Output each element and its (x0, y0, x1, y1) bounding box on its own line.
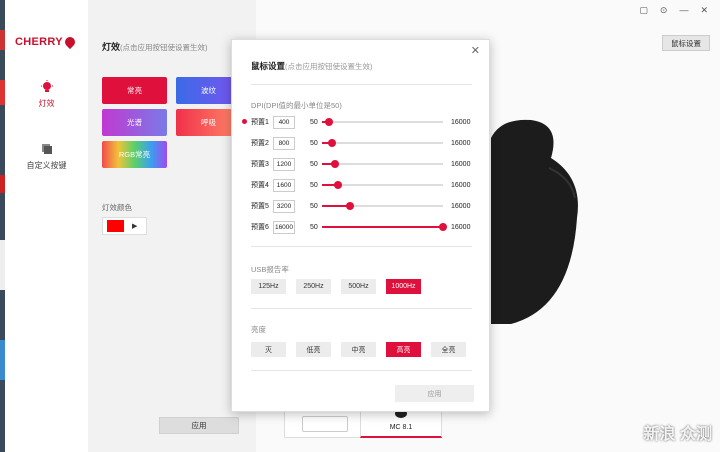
preset-value-input[interactable]: 1600 (273, 178, 295, 192)
dpi-preset-row: 预置3 1200 50 16000 (251, 157, 472, 171)
preset-name: 预置4 (251, 182, 269, 189)
brightness-mid[interactable]: 中亮 (341, 342, 376, 357)
watermark: 新浪 众测 (643, 426, 712, 443)
preset-max: 16000 (451, 160, 471, 168)
preset-name: 预置5 (251, 203, 269, 210)
preset-value-input[interactable]: 16000 (273, 220, 295, 234)
preset-max: 16000 (451, 139, 471, 147)
brightness-label: 亮度 (251, 325, 266, 334)
lightbulb-icon (40, 80, 53, 92)
play-icon: ▶ (132, 223, 138, 230)
slider-knob[interactable] (334, 181, 343, 189)
slider-knob[interactable] (325, 118, 334, 126)
slider-fill (322, 226, 443, 228)
preset-name: 预置1 (251, 119, 269, 126)
mouse-settings-button[interactable]: 鼠标设置 (662, 35, 710, 51)
mouse-settings-dialog: ✕ 鼠标设置(点击应用按钮使设置生效) DPI(DPI值的最小单位是50) 预置… (231, 39, 490, 412)
color-picker[interactable]: ▶ (102, 217, 147, 235)
feedback-icon[interactable]: ▢ (639, 5, 648, 16)
dpi-preset-row: 预置2 800 50 16000 (251, 136, 472, 150)
dpi-slider[interactable] (322, 202, 443, 210)
settings-icon[interactable]: ⊙ (660, 5, 668, 16)
preset-max: 16000 (451, 223, 471, 231)
usb-option-125[interactable]: 125Hz (251, 279, 286, 294)
preset-min: 50 (310, 139, 318, 147)
preset-name: 预置3 (251, 161, 269, 168)
usb-option-1000[interactable]: 1000Hz (386, 279, 421, 294)
keys-icon (41, 144, 52, 154)
divider (251, 370, 472, 371)
preset-min: 50 (310, 202, 318, 210)
minimize-icon[interactable]: — (679, 5, 688, 16)
dpi-preset-row: 预置5 3200 50 16000 (251, 199, 472, 213)
dpi-preset-row: 预置6 16000 50 16000 (251, 220, 472, 234)
panel-title: 灯效(点击应用按钮使设置生效) (102, 42, 208, 52)
close-icon[interactable]: ✕ (700, 5, 708, 16)
preset-value-input[interactable]: 3200 (273, 199, 295, 213)
effect-static-button[interactable]: 常亮 (102, 77, 167, 104)
effect-rgb-button[interactable]: RGB常亮 (102, 141, 167, 168)
dialog-title: 鼠标设置(点击应用按钮使设置生效) (251, 61, 373, 71)
preset-min: 50 (310, 181, 318, 189)
dpi-slider[interactable] (322, 118, 443, 126)
sidebar-item-lighting[interactable]: 灯效 (5, 80, 88, 109)
mouse-image (491, 119, 578, 324)
dpi-label: DPI(DPI值的最小单位是50) (251, 101, 342, 110)
color-label: 灯效颜色 (102, 203, 132, 212)
brightness-high[interactable]: 高亮 (386, 342, 421, 357)
dpi-slider[interactable] (322, 160, 443, 168)
dpi-slider[interactable] (322, 139, 443, 147)
slider-knob[interactable] (331, 160, 340, 168)
brightness-full[interactable]: 全亮 (431, 342, 466, 357)
usb-option-500[interactable]: 500Hz (341, 279, 376, 294)
keyboard-icon (302, 416, 348, 432)
preset-min: 50 (310, 160, 318, 168)
brightness-off[interactable]: 灭 (251, 342, 286, 357)
effect-spectrum-button[interactable]: 光谱 (102, 109, 167, 136)
dpi-preset-row: 预置1 400 50 16000 (242, 115, 472, 129)
divider (251, 308, 472, 309)
preset-value-input[interactable]: 800 (273, 136, 295, 150)
slider-knob[interactable] (345, 202, 354, 210)
dialog-apply-button[interactable]: 应用 (395, 385, 474, 402)
panel-apply-button[interactable]: 应用 (159, 417, 239, 434)
cherry-logo: CHERRY (15, 34, 77, 50)
sidebar-item-custom-keys[interactable]: 自定义按键 (5, 142, 88, 171)
dpi-slider[interactable] (322, 181, 443, 189)
usb-option-250[interactable]: 250Hz (296, 279, 331, 294)
sidebar-item-label: 灯效 (38, 99, 55, 108)
divider (251, 84, 472, 85)
slider-knob[interactable] (439, 223, 447, 231)
preset-max: 16000 (451, 181, 471, 189)
preset-max: 16000 (451, 202, 471, 210)
dpi-slider[interactable] (322, 223, 447, 231)
brightness-options: 灭 低亮 中亮 高亮 全亮 (251, 342, 466, 357)
preset-name: 预置2 (251, 140, 269, 147)
slider-knob[interactable] (328, 139, 337, 147)
preset-name: 预置6 (251, 224, 269, 231)
usb-options: 125Hz 250Hz 500Hz 1000Hz (251, 279, 421, 294)
device-mouse[interactable]: MC 8.1 (360, 409, 442, 438)
sidebar: CHERRY 灯效 自定义按键 (5, 0, 88, 452)
preset-value-input[interactable]: 1200 (273, 157, 295, 171)
preset-min: 50 (310, 118, 318, 126)
dpi-preset-row: 预置4 1600 50 16000 (251, 178, 472, 192)
color-swatch (107, 220, 124, 232)
divider (251, 246, 472, 247)
device-name: MC 8.1 (389, 424, 413, 431)
device-keyboard[interactable] (284, 410, 366, 438)
sidebar-item-label: 自定义按键 (26, 161, 67, 170)
window-controls: ▢ ⊙ — ✕ (639, 5, 708, 16)
brightness-low[interactable]: 低亮 (296, 342, 331, 357)
active-preset-dot (242, 119, 247, 124)
preset-value-input[interactable]: 400 (273, 115, 295, 129)
close-icon[interactable]: ✕ (471, 44, 480, 57)
preset-min: 50 (310, 223, 318, 231)
preset-max: 16000 (451, 118, 471, 126)
usb-label: USB报告率 (251, 265, 289, 274)
